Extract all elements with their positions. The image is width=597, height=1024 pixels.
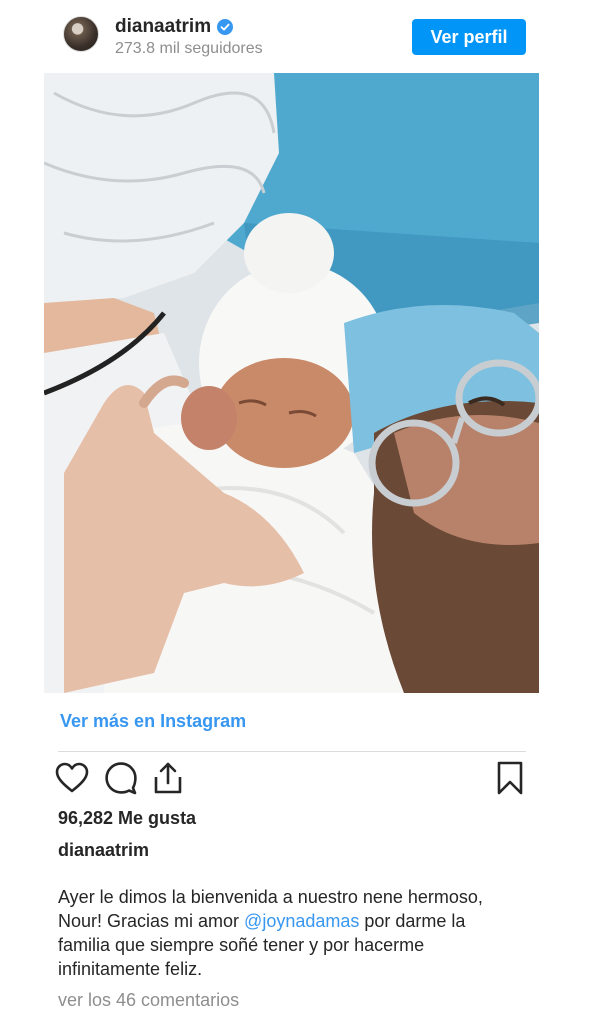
post-caption: Ayer le dimos la bienvenida a nuestro ne… bbox=[58, 885, 538, 981]
verified-badge-icon bbox=[217, 19, 234, 35]
action-bar bbox=[0, 760, 597, 800]
view-comments-link[interactable]: ver los 46 comentarios bbox=[58, 990, 239, 1011]
caption-text: por darme la bbox=[359, 911, 466, 931]
caption-line: infinitamente feliz. bbox=[58, 959, 203, 979]
mention-link[interactable]: @joynadamas bbox=[244, 911, 359, 931]
view-more-instagram-link[interactable]: Ver más en Instagram bbox=[60, 711, 246, 732]
avatar[interactable] bbox=[63, 16, 99, 52]
caption-line: Nour! Gracias mi amor @joynadamas por da… bbox=[58, 909, 538, 933]
share-icon[interactable] bbox=[150, 760, 186, 796]
post-photo[interactable] bbox=[44, 73, 539, 693]
caption-text: Nour! Gracias mi amor bbox=[58, 911, 245, 931]
divider bbox=[58, 751, 526, 752]
post-owner-username[interactable]: dianaatrim bbox=[58, 840, 149, 861]
username[interactable]: dianaatrim bbox=[115, 16, 211, 38]
likes-count[interactable]: 96,282 Me gusta bbox=[58, 808, 196, 829]
bookmark-icon[interactable] bbox=[492, 760, 528, 796]
caption-line: Ayer le dimos la bienvenida a nuestro ne… bbox=[58, 887, 483, 907]
followers-count: 273.8 mil seguidores bbox=[115, 40, 263, 57]
photo-newborn bbox=[44, 73, 539, 693]
username-row: dianaatrim bbox=[115, 16, 234, 38]
comment-icon[interactable] bbox=[103, 760, 139, 796]
heart-icon[interactable] bbox=[54, 760, 90, 796]
post-header: dianaatrim 273.8 mil seguidores Ver perf… bbox=[0, 0, 597, 72]
caption-line: familia que siempre soñé tener y por hac… bbox=[58, 935, 425, 955]
view-profile-button[interactable]: Ver perfil bbox=[412, 19, 526, 55]
